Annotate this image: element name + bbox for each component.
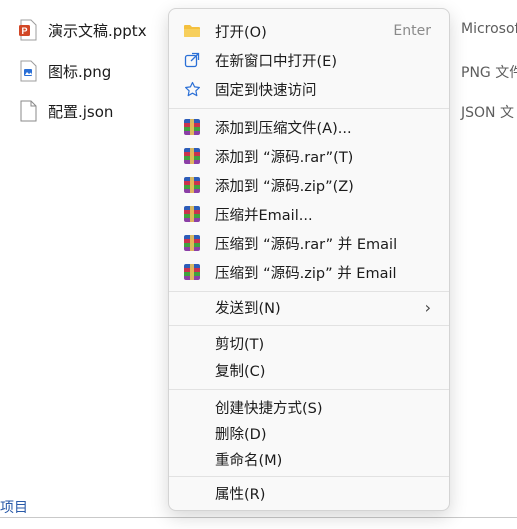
file-row-pptx[interactable]: P 演示文稿.pptx	[18, 17, 147, 43]
status-item-count: 项目	[0, 500, 28, 516]
winrar-icon	[183, 176, 201, 194]
menu-item-label: 发送到(N)	[215, 300, 281, 317]
menu-item-send-to[interactable]: 发送到(N) ›	[173, 293, 445, 321]
open-new-window-icon	[183, 51, 201, 69]
menu-separator	[169, 325, 449, 326]
context-menu: 打开(O) Enter 在新窗口中打开(E) 固定到快速访问 添加到压缩文件(A…	[168, 8, 450, 511]
menu-item-label: 添加到 “源码.zip”(Z)	[215, 178, 354, 195]
menu-item-label: 剪切(T)	[215, 336, 265, 353]
pptx-file-icon: P	[18, 19, 38, 41]
menu-item-label: 重命名(M)	[215, 452, 283, 469]
file-type: JSON 文	[461, 105, 514, 121]
menu-item-copy[interactable]: 复制(C)	[173, 356, 445, 384]
file-name: 图标.png	[48, 62, 112, 81]
file-type: Microsof	[461, 21, 517, 37]
png-file-icon	[18, 60, 38, 82]
menu-item-compress-email[interactable]: 压缩并Email...	[173, 200, 445, 228]
chevron-right-icon: ›	[424, 297, 431, 317]
menu-item-label: 固定到快速访问	[215, 82, 317, 99]
menu-item-label: 创建快捷方式(S)	[215, 400, 323, 417]
menu-item-label: 打开(O)	[215, 24, 267, 41]
winrar-icon	[183, 263, 201, 281]
menu-item-label: 属性(R)	[215, 486, 266, 503]
file-name: 演示文稿.pptx	[48, 21, 147, 40]
menu-item-delete[interactable]: 删除(D)	[173, 419, 445, 447]
menu-item-label: 在新窗口中打开(E)	[215, 53, 337, 70]
winrar-icon	[183, 234, 201, 252]
menu-item-label: 复制(C)	[215, 363, 266, 380]
menu-item-label: 添加到压缩文件(A)...	[215, 120, 352, 137]
winrar-icon	[183, 205, 201, 223]
menu-item-label: 压缩到 “源码.zip” 并 Email	[215, 265, 397, 282]
menu-item-label: 压缩到 “源码.rar” 并 Email	[215, 236, 398, 253]
file-name: 配置.json	[48, 102, 114, 121]
winrar-icon	[183, 147, 201, 165]
file-row-json[interactable]: 配置.json	[18, 98, 113, 124]
menu-item-add-zip[interactable]: 添加到 “源码.zip”(Z)	[173, 171, 445, 199]
menu-item-label: 压缩并Email...	[215, 207, 313, 224]
menu-item-label: 添加到 “源码.rar”(T)	[215, 149, 354, 166]
menu-item-properties[interactable]: 属性(R)	[173, 479, 445, 507]
menu-separator	[169, 108, 449, 109]
menu-item-open[interactable]: 打开(O) Enter	[173, 17, 445, 45]
menu-item-compress-rar-email[interactable]: 压缩到 “源码.rar” 并 Email	[173, 229, 445, 257]
json-file-icon	[18, 100, 38, 122]
menu-item-rename[interactable]: 重命名(M)	[173, 445, 445, 473]
menu-item-pin-quick-access[interactable]: 固定到快速访问	[173, 75, 445, 103]
file-row-png[interactable]: 图标.png	[18, 58, 111, 84]
folder-icon	[183, 22, 201, 40]
star-icon	[183, 80, 201, 98]
menu-item-compress-zip-email[interactable]: 压缩到 “源码.zip” 并 Email	[173, 258, 445, 286]
menu-item-create-shortcut[interactable]: 创建快捷方式(S)	[173, 393, 445, 421]
menu-item-open-new-window[interactable]: 在新窗口中打开(E)	[173, 46, 445, 74]
shortcut-hint: Enter	[393, 23, 431, 39]
winrar-icon	[183, 118, 201, 136]
menu-item-add-archive[interactable]: 添加到压缩文件(A)...	[173, 113, 445, 141]
status-bar-divider	[0, 517, 517, 518]
menu-separator	[169, 389, 449, 390]
menu-separator	[169, 476, 449, 477]
file-type: PNG 文件	[461, 65, 517, 81]
menu-separator	[169, 291, 449, 292]
menu-item-cut[interactable]: 剪切(T)	[173, 329, 445, 357]
menu-item-label: 删除(D)	[215, 426, 267, 443]
svg-text:P: P	[21, 26, 27, 36]
menu-item-add-rar[interactable]: 添加到 “源码.rar”(T)	[173, 142, 445, 170]
